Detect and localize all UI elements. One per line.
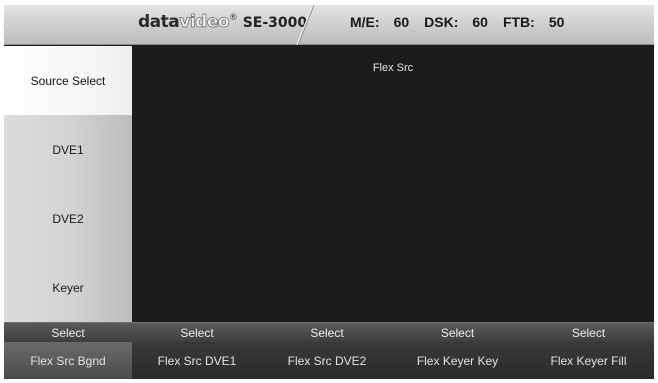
header-divider <box>296 5 315 45</box>
ftb-value: 50 <box>548 14 565 30</box>
status-readout: M/E: 60 DSK: 60 FTB: 50 <box>350 14 579 30</box>
sidebar-item-keyer[interactable]: Keyer <box>4 253 132 322</box>
select-button-bgnd[interactable]: Select <box>4 323 132 343</box>
dsk-label: DSK: <box>424 14 459 30</box>
registered-mark: ® <box>230 12 237 22</box>
header-bar: data video ® SE-3000 M/E: 60 DSK: 60 FTB: … <box>4 5 654 45</box>
me-label: M/E: <box>350 14 380 30</box>
source-flex-src-dve2[interactable]: Flex Src DVE2 <box>262 342 392 379</box>
sidebar-item-label: DVE2 <box>52 211 84 226</box>
ftb-label: FTB: <box>502 14 535 30</box>
brand-logo: data video ® SE-3000 <box>138 12 307 38</box>
logo-video-text: video <box>179 12 230 33</box>
source-flex-src-bgnd[interactable]: Flex Src Bgnd <box>4 342 132 379</box>
me-value: 60 <box>393 14 410 30</box>
sidebar-item-label: Source Select <box>30 73 106 88</box>
screen: data video ® SE-3000 M/E: 60 DSK: 60 FTB: … <box>4 5 654 379</box>
sidebar-item-dve1[interactable]: DVE1 <box>4 115 132 184</box>
sidebar-item-dve2[interactable]: DVE2 <box>4 184 132 253</box>
preview-title: Flex Src <box>372 62 414 74</box>
select-bar: Select Select Select Select Select <box>4 322 654 342</box>
select-button-keyer-fill[interactable]: Select <box>523 323 654 343</box>
source-bar: Flex Src Bgnd Flex Src DVE1 Flex Src DVE… <box>4 342 654 379</box>
dsk-value: 60 <box>472 14 488 30</box>
preview-area: Flex Src <box>132 46 654 322</box>
source-flex-keyer-key[interactable]: Flex Keyer Key <box>392 342 523 379</box>
sidebar: Source Select DVE1 DVE2 Keyer <box>4 46 132 322</box>
logo-data-text: data <box>138 12 180 32</box>
source-flex-keyer-fill[interactable]: Flex Keyer Fill <box>523 342 654 379</box>
select-button-dve2[interactable]: Select <box>262 323 392 343</box>
sidebar-item-source-select[interactable]: Source Select <box>4 46 132 115</box>
source-flex-src-dve1[interactable]: Flex Src DVE1 <box>132 342 262 379</box>
select-button-dve1[interactable]: Select <box>132 323 262 343</box>
sidebar-item-label: DVE1 <box>52 142 84 157</box>
select-button-keyer-key[interactable]: Select <box>392 323 523 343</box>
sidebar-item-label: Keyer <box>52 280 84 295</box>
